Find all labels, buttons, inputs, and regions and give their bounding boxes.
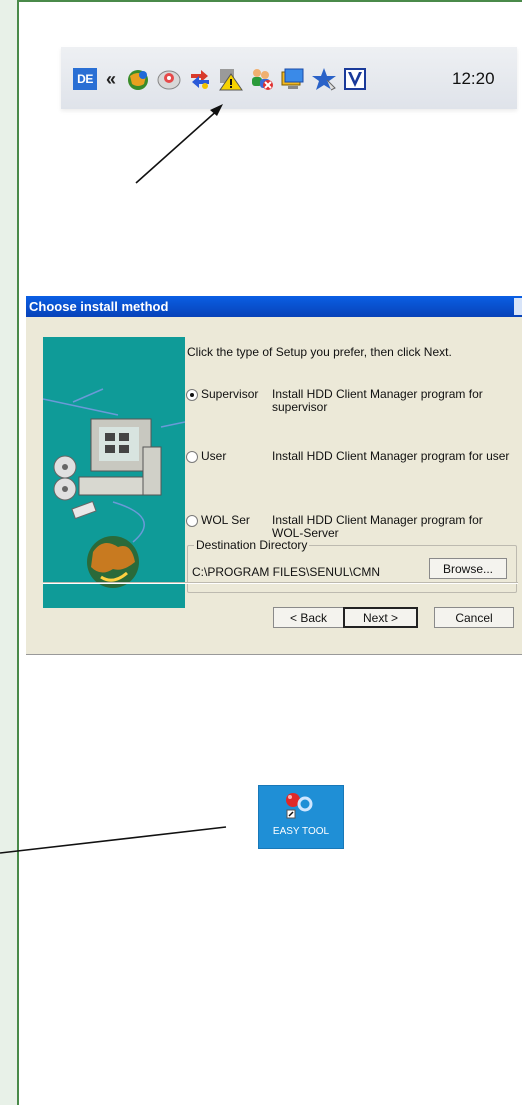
star-icon[interactable]	[311, 66, 337, 92]
option-wol-label[interactable]: WOL Ser	[201, 513, 250, 527]
close-button[interactable]	[514, 298, 522, 315]
warning-icon[interactable]	[218, 66, 244, 92]
setup-illustration	[42, 337, 186, 608]
option-user-description: Install HDD Client Manager program for u…	[272, 449, 510, 463]
clock[interactable]: 12:20	[452, 69, 495, 89]
network-globe-icon[interactable]	[125, 66, 151, 92]
monitor-icon[interactable]	[280, 66, 306, 92]
install-method-dialog: Choose install method Click the type of …	[26, 296, 522, 655]
show-hidden-icons-chevron[interactable]: «	[102, 69, 120, 90]
instruction-text: Click the type of Setup you prefer, then…	[187, 345, 452, 359]
computer-globe-illustration	[42, 388, 186, 588]
dialog-title: Choose install method	[26, 296, 522, 317]
next-button[interactable]: Next >	[343, 607, 418, 628]
radio-user[interactable]	[186, 451, 198, 463]
option-supervisor-description-line2: supervisor	[272, 400, 328, 414]
users-icon[interactable]	[249, 66, 275, 92]
cd-drive-icon[interactable]	[156, 66, 182, 92]
option-supervisor-label[interactable]: Supervisor	[201, 387, 258, 401]
easy-tool-icon	[286, 793, 313, 819]
separator	[43, 582, 518, 584]
radio-supervisor[interactable]	[186, 389, 198, 401]
back-button[interactable]: < Back	[273, 607, 344, 628]
option-user-label[interactable]: User	[201, 449, 226, 463]
easy-tool-label: EASY TOOL	[272, 826, 330, 837]
destination-path: C:\PROGRAM FILES\SENUL\CMN	[192, 565, 381, 579]
option-wol-description: Install HDD Client Manager program for	[272, 513, 483, 527]
destination-label: Destination Directory	[194, 538, 310, 552]
language-badge[interactable]: DE	[73, 68, 97, 90]
radio-wol-server[interactable]	[186, 515, 198, 527]
cancel-button[interactable]: Cancel	[434, 607, 514, 628]
browse-button[interactable]: Browse...	[429, 558, 507, 579]
sync-arrows-icon[interactable]	[187, 66, 213, 92]
system-tray: DE « 12:20	[61, 47, 517, 109]
option-supervisor-description: Install HDD Client Manager program for	[272, 387, 483, 401]
v-app-icon[interactable]	[342, 66, 368, 92]
easy-tool-shortcut[interactable]: EASY TOOL	[258, 785, 344, 849]
